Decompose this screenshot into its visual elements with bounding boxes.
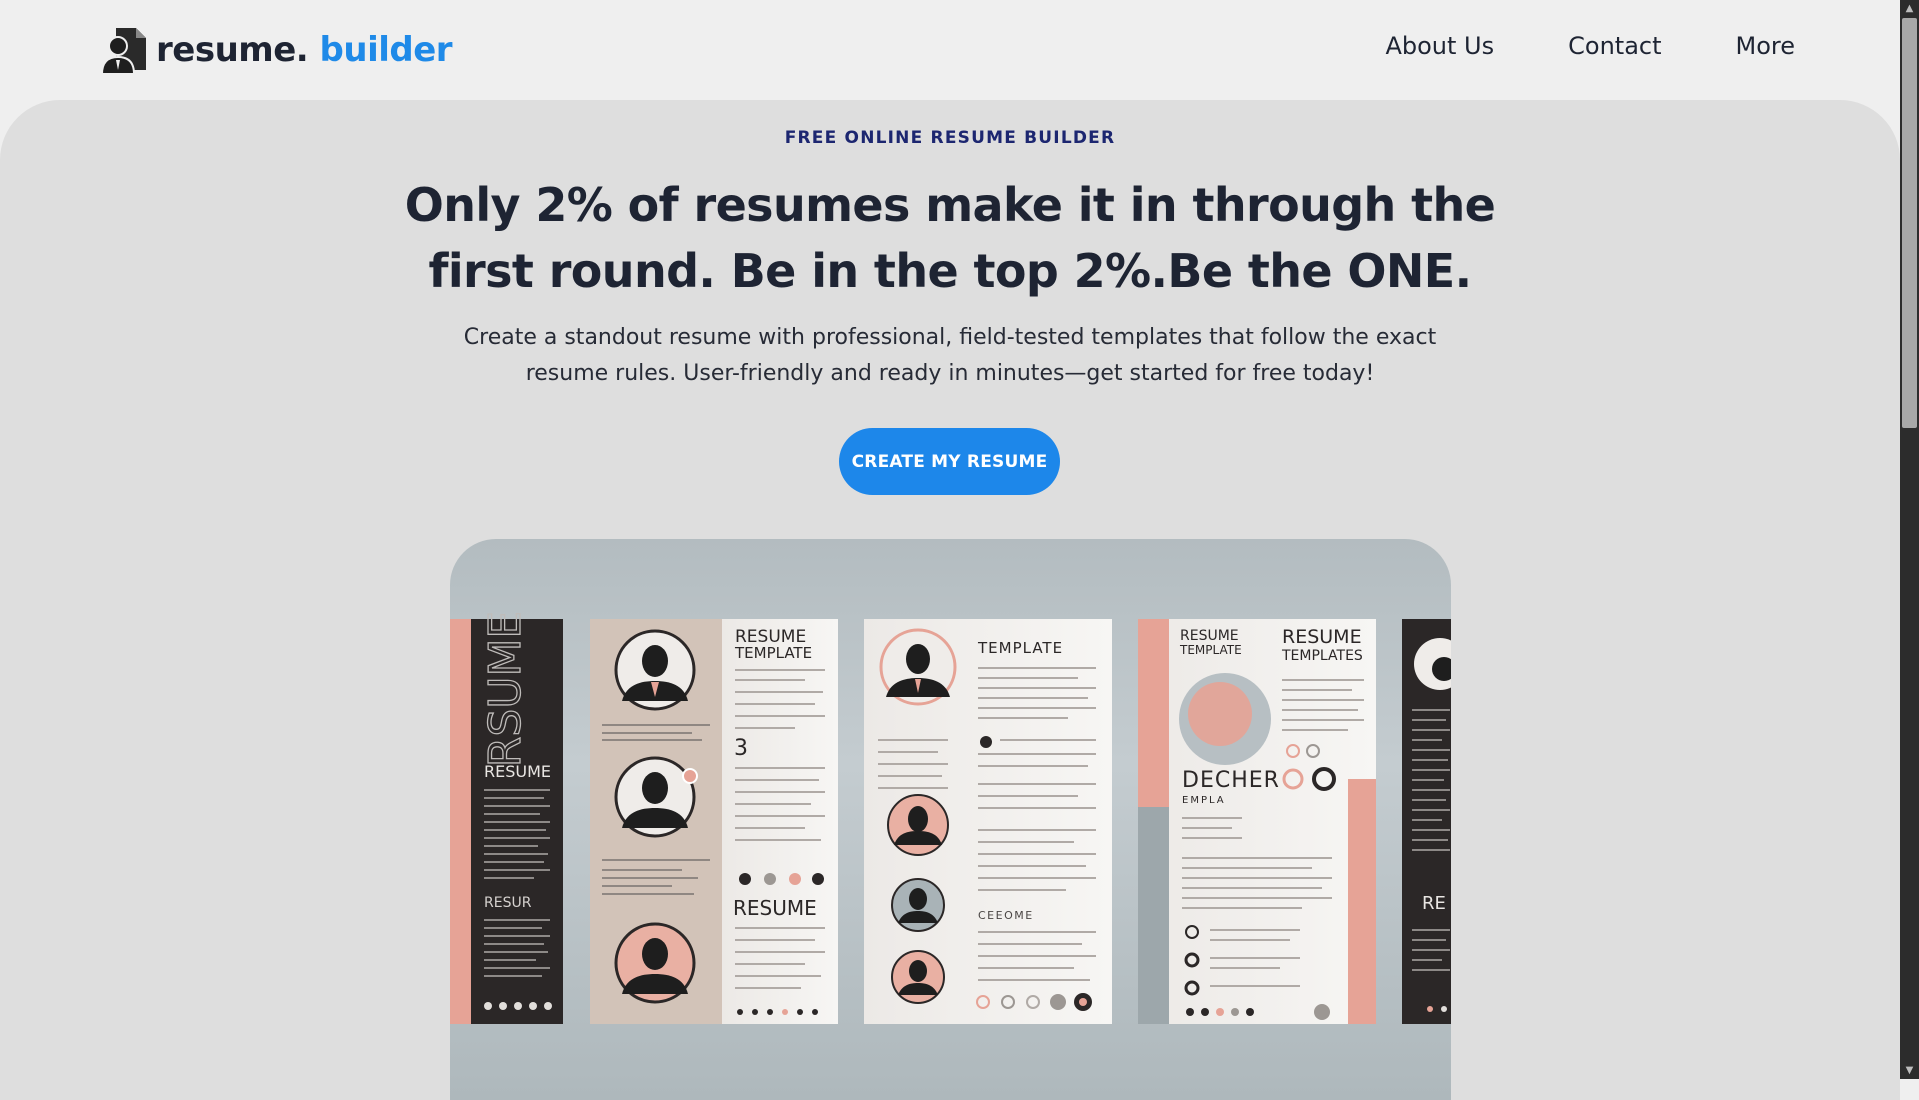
site-header: resume. builder About Us Contact More — [0, 0, 1900, 100]
hero-headline-line-2: first round. Be in the top 2%.Be the ONE… — [428, 244, 1472, 298]
hero-headline-line-1: Only 2% of resumes make it in through th… — [404, 178, 1496, 232]
card4-heading: RESUME — [1282, 626, 1362, 648]
resume-card-5: RE — [1402, 619, 1451, 1024]
nav-more[interactable]: More — [1736, 32, 1796, 60]
hero-subtext-line-1: Create a standout resume with profession… — [463, 325, 1437, 350]
card2-footer-title: RESUME — [733, 896, 817, 920]
card2-number: 3 — [734, 736, 748, 761]
nav-contact[interactable]: Contact — [1568, 32, 1661, 60]
card5-title: RE — [1422, 893, 1446, 914]
card4-title: RESUME — [1180, 628, 1239, 644]
portrait-avatar-4 — [879, 628, 957, 706]
hero-subtext-line-2: resume rules. User-friendly and ready in… — [525, 361, 1375, 386]
create-my-resume-button[interactable]: CREATE MY RESUME — [839, 428, 1060, 495]
logo-text-main: resume. — [156, 30, 309, 70]
card1-vertical-title: RSUME — [480, 611, 531, 767]
hero-headline: Only 2% of resumes make it in through th… — [0, 172, 1900, 304]
portrait-avatar-2 — [614, 756, 698, 838]
resume-person-icon — [100, 28, 146, 75]
portrait-avatar-6 — [891, 878, 945, 932]
resume-card-2: RESUME TEMPLATE 3 RESUME — [590, 619, 838, 1024]
portrait-avatar-7 — [891, 950, 945, 1004]
scrollbar-thumb[interactable] — [1902, 18, 1917, 428]
card3-subtitle: CEEOME — [978, 909, 1034, 922]
hero-section: FREE ONLINE RESUME BUILDER Only 2% of re… — [0, 100, 1900, 1100]
resume-templates-illustration: RSUME RESUME RESUR RESUME TEMPLATE 3 RES… — [450, 610, 1451, 1024]
portrait-avatar-5 — [887, 794, 949, 856]
card3-title: TEMPLATE — [977, 639, 1063, 657]
card1-subtitle: RESUR — [484, 895, 532, 911]
chevron-down-icon[interactable]: ▼ — [1900, 1062, 1919, 1079]
card2-subtitle: TEMPLATE — [734, 644, 812, 662]
portrait-avatar-1 — [614, 629, 696, 711]
logo-text: resume. builder — [156, 30, 453, 70]
main-nav: About Us Contact More — [1385, 32, 1795, 60]
hero-subtext: Create a standout resume with profession… — [0, 320, 1900, 392]
card1-title: RESUME — [484, 762, 551, 781]
card4-role: EMPLA — [1182, 795, 1226, 806]
logo-text-accent: builder — [319, 30, 453, 70]
card4-heading-sub: TEMPLATES — [1281, 648, 1363, 664]
resume-card-4: RESUME TEMPLATE RESUME TEMPLATES DECHER … — [1138, 619, 1376, 1024]
portrait-avatar-8 — [1179, 673, 1271, 765]
nav-about-us[interactable]: About Us — [1385, 32, 1494, 60]
hero-eyebrow: FREE ONLINE RESUME BUILDER — [784, 128, 1116, 148]
card4-name: DECHER — [1182, 768, 1280, 793]
card4-subtitle: TEMPLATE — [1179, 643, 1242, 657]
chevron-up-icon[interactable]: ▲ — [1900, 0, 1919, 17]
resume-card-3: TEMPLATE CEEOME — [864, 619, 1112, 1024]
resume-card-1: RSUME RESUME RESUR — [450, 610, 563, 1024]
page-scrollbar[interactable]: ▲ ▼ — [1900, 0, 1919, 1079]
logo-link[interactable]: resume. builder — [98, 24, 453, 76]
portrait-avatar-3 — [614, 922, 696, 1004]
resume-templates-showcase-image: RSUME RESUME RESUR RESUME TEMPLATE 3 RES… — [450, 539, 1451, 1100]
